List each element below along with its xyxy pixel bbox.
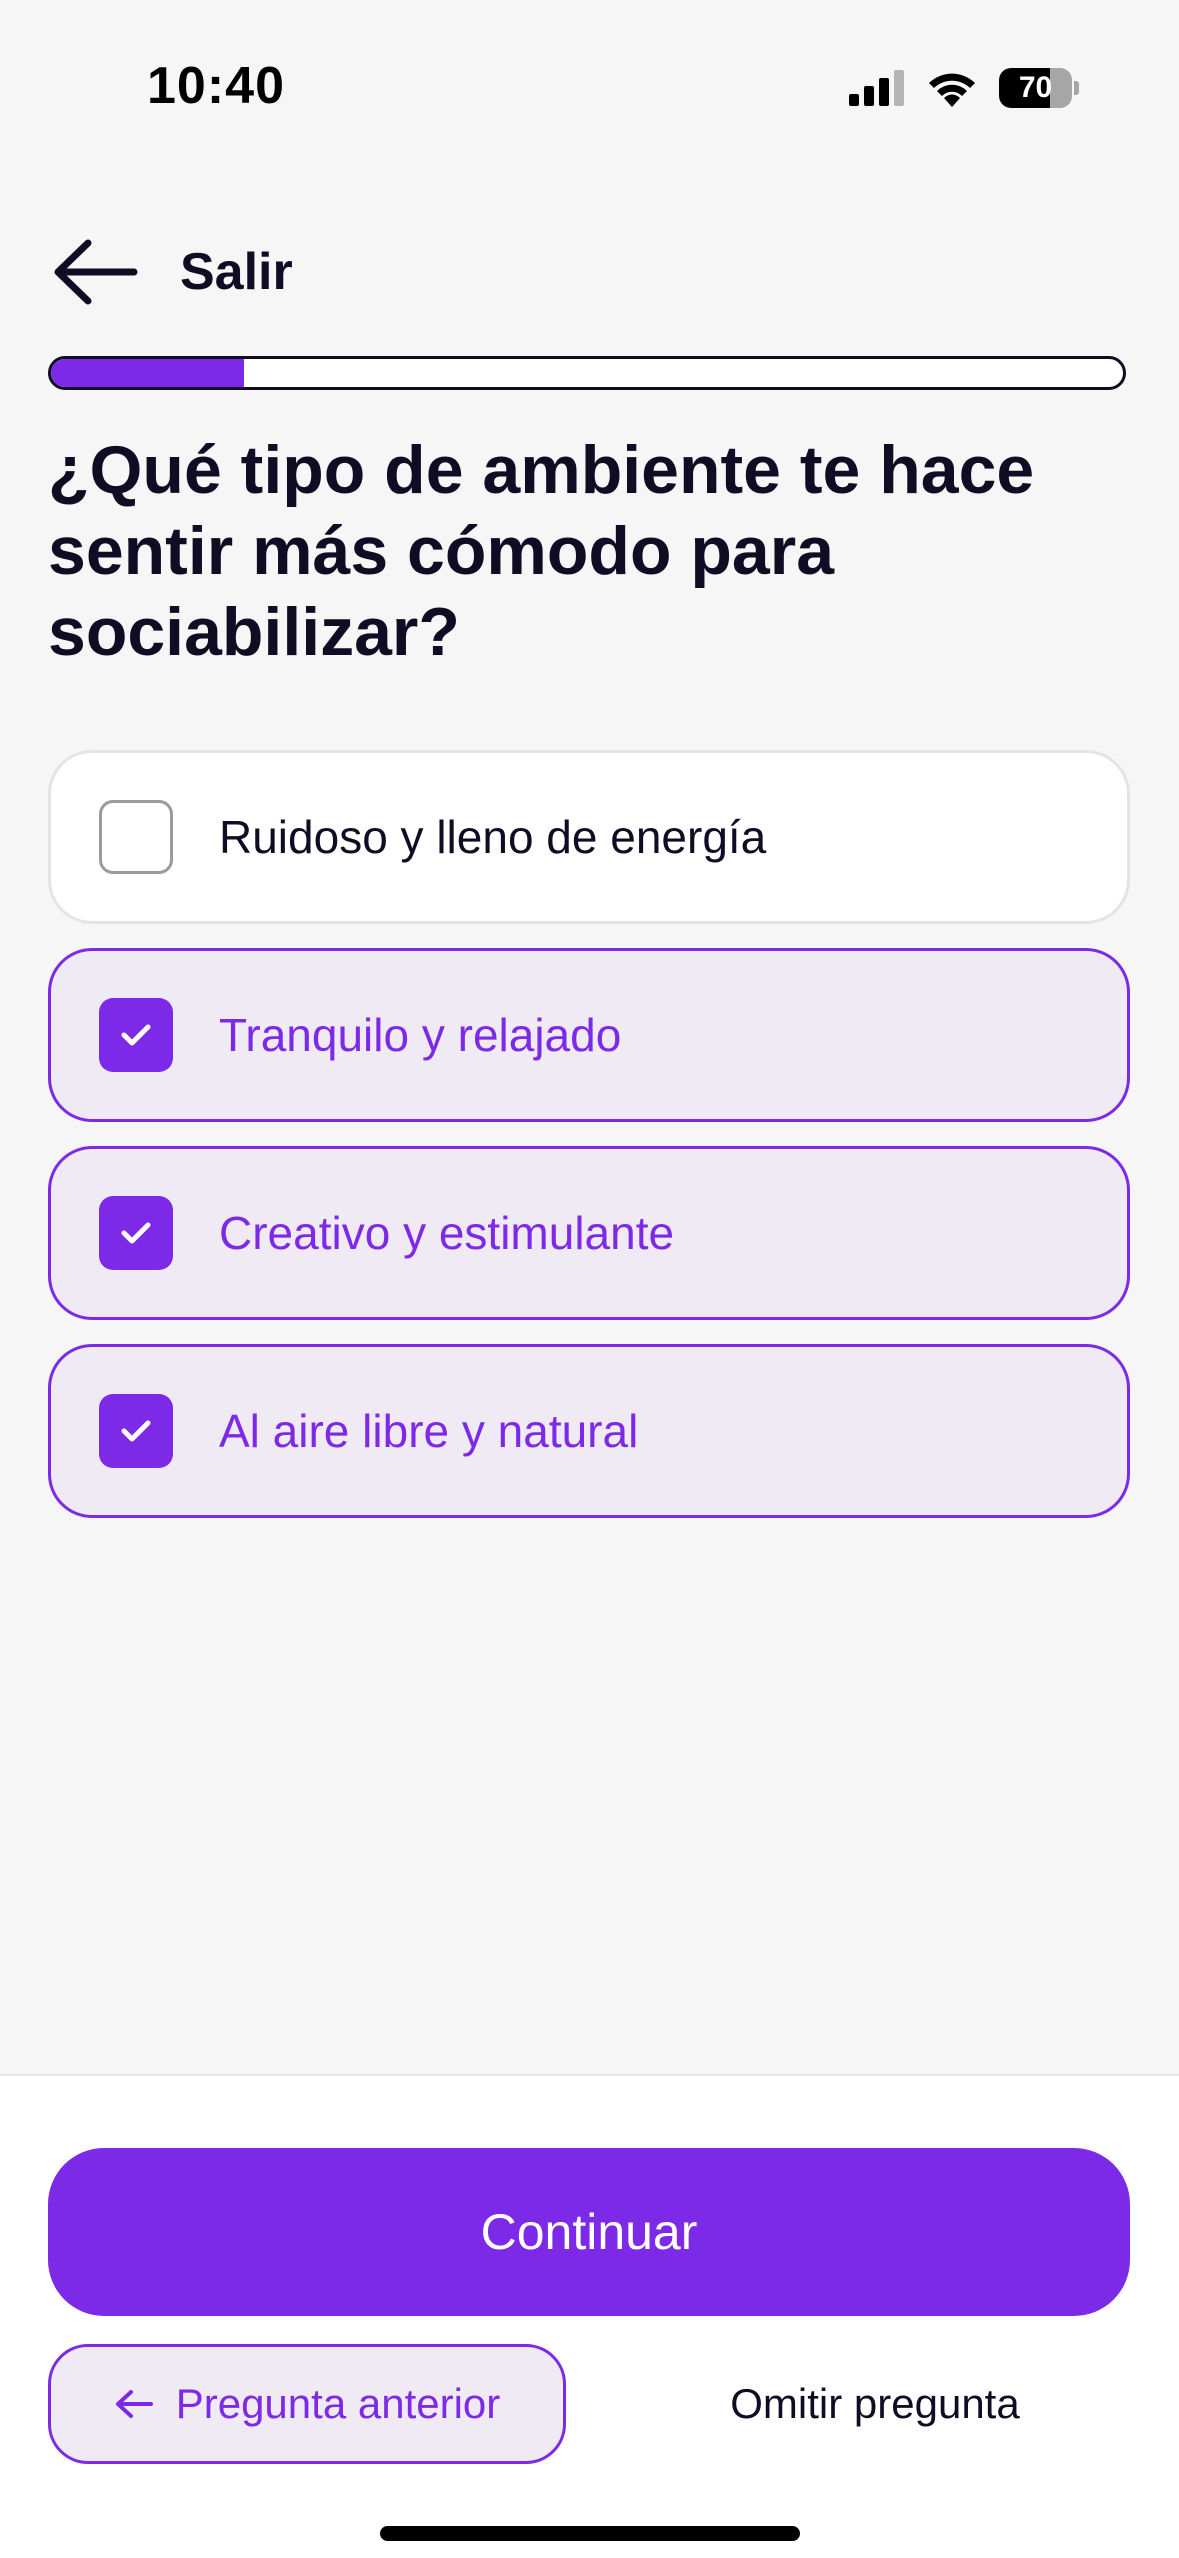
status-icons: 70 <box>849 66 1079 110</box>
checkbox[interactable] <box>99 800 173 874</box>
checkbox[interactable] <box>99 1196 173 1270</box>
status-time: 10:40 <box>147 57 285 115</box>
previous-question-label: Pregunta anterior <box>175 2380 501 2427</box>
progress-bar <box>48 356 1126 390</box>
previous-question-button[interactable]: Pregunta anterior <box>48 2344 566 2464</box>
battery-icon: 70 <box>999 68 1079 108</box>
option-label: Creativo y estimulante <box>219 1207 675 1259</box>
battery-level: 70 <box>1018 71 1053 104</box>
option-item[interactable]: Ruidoso y lleno de energía <box>48 750 1130 924</box>
checkbox[interactable] <box>99 1394 173 1468</box>
footer: Continuar Pregunta anterior Omitir pregu… <box>0 2074 1179 2558</box>
question-title: ¿Qué tipo de ambiente te hace sentir más… <box>48 432 1035 670</box>
arrow-left-icon <box>115 2390 153 2418</box>
checkmark-icon <box>121 1420 151 1442</box>
checkmark-icon <box>121 1024 151 1046</box>
checkmark-icon <box>121 1222 151 1244</box>
arrow-left-icon <box>54 239 138 305</box>
option-item[interactable]: Creativo y estimulante <box>48 1146 1130 1320</box>
options-list: Ruidoso y lleno de energía Tranquilo y r… <box>48 750 1130 1542</box>
wifi-icon <box>929 73 975 107</box>
home-indicator <box>380 2526 800 2541</box>
continue-button[interactable]: Continuar <box>48 2148 1130 2316</box>
progress-fill <box>51 359 244 387</box>
option-item[interactable]: Al aire libre y natural <box>48 1344 1130 1518</box>
option-label: Ruidoso y lleno de energía <box>219 811 767 863</box>
option-item[interactable]: Tranquilo y relajado <box>48 948 1130 1122</box>
skip-question-button[interactable]: Omitir pregunta <box>620 2344 1130 2464</box>
option-label: Tranquilo y relajado <box>219 1009 622 1061</box>
cellular-signal-icon <box>849 70 904 106</box>
exit-button[interactable]: Salir <box>52 232 293 312</box>
option-label: Al aire libre y natural <box>219 1405 639 1457</box>
checkbox[interactable] <box>99 998 173 1072</box>
exit-label: Salir <box>180 243 293 301</box>
